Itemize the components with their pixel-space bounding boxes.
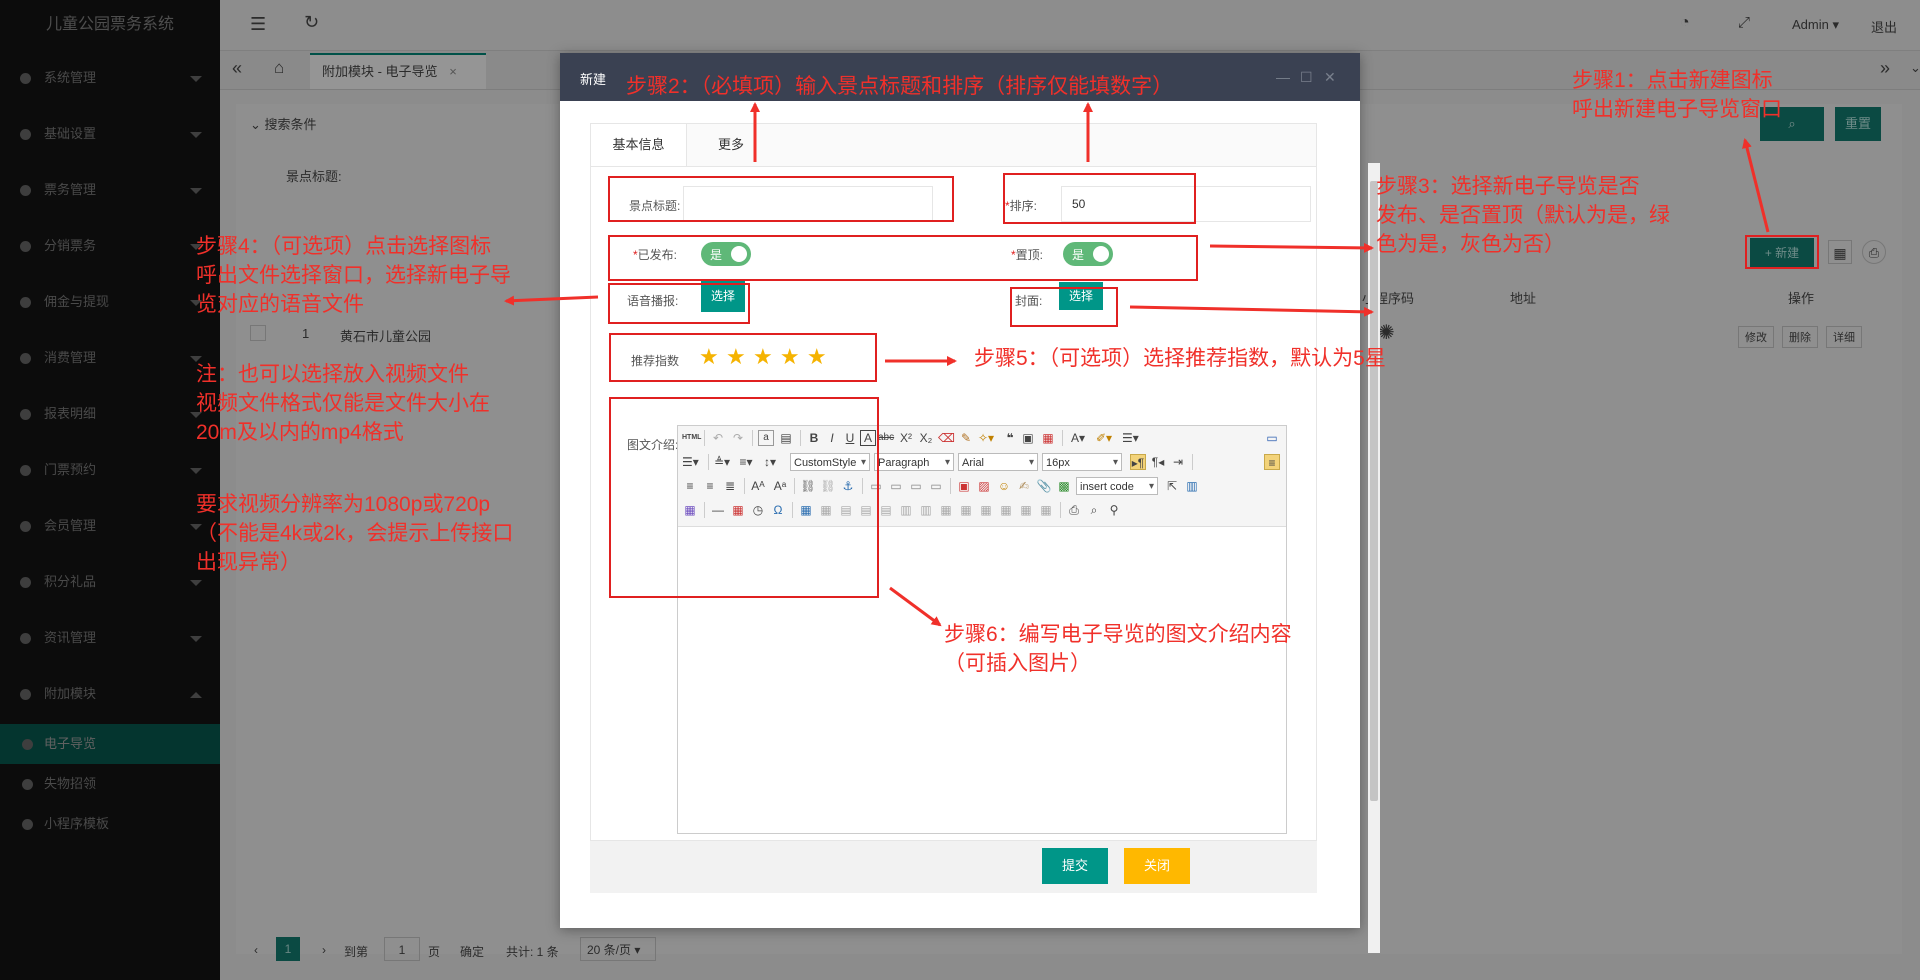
arrow-step1 [1742, 138, 1770, 233]
annotation-step1: 步骤1：点击新建图标 呼出新建电子导览窗口 [1572, 69, 1782, 121]
annotation-step4: 步骤4：（可选项）点击选择图标 呼出文件选择窗口，选择新电子导 览对应的语音文件 [196, 235, 511, 316]
annotation-step6: 步骤6：编写电子导览的图文介绍内容 （可插入图片） [944, 623, 1292, 675]
arrow-step6 [889, 586, 942, 627]
annotation-step5: 步骤5：（可选项）选择推荐指数，默认为5星 [974, 347, 1386, 370]
annotation-step2: 步骤2：（必填项）输入景点标题和排序（排序仅能填数字） [626, 75, 1174, 98]
annotation-step3: 步骤3：选择新电子导览是否 发布、是否置顶（默认为是，绿 色为是，灰色为否） [1376, 175, 1670, 256]
arrow-step4 [504, 295, 599, 306]
arrow-step3 [1209, 242, 1374, 253]
annotation-note: 注：也可以选择放入视频文件 视频文件格式仅能是文件大小在 20m及以内的mp4格… [196, 363, 490, 444]
annotation-requirement: 要求视频分辨率为1080p或720p （不能是4k或2k，会提示上传接口 出现异… [196, 493, 514, 574]
arrow-cover [1129, 305, 1374, 317]
